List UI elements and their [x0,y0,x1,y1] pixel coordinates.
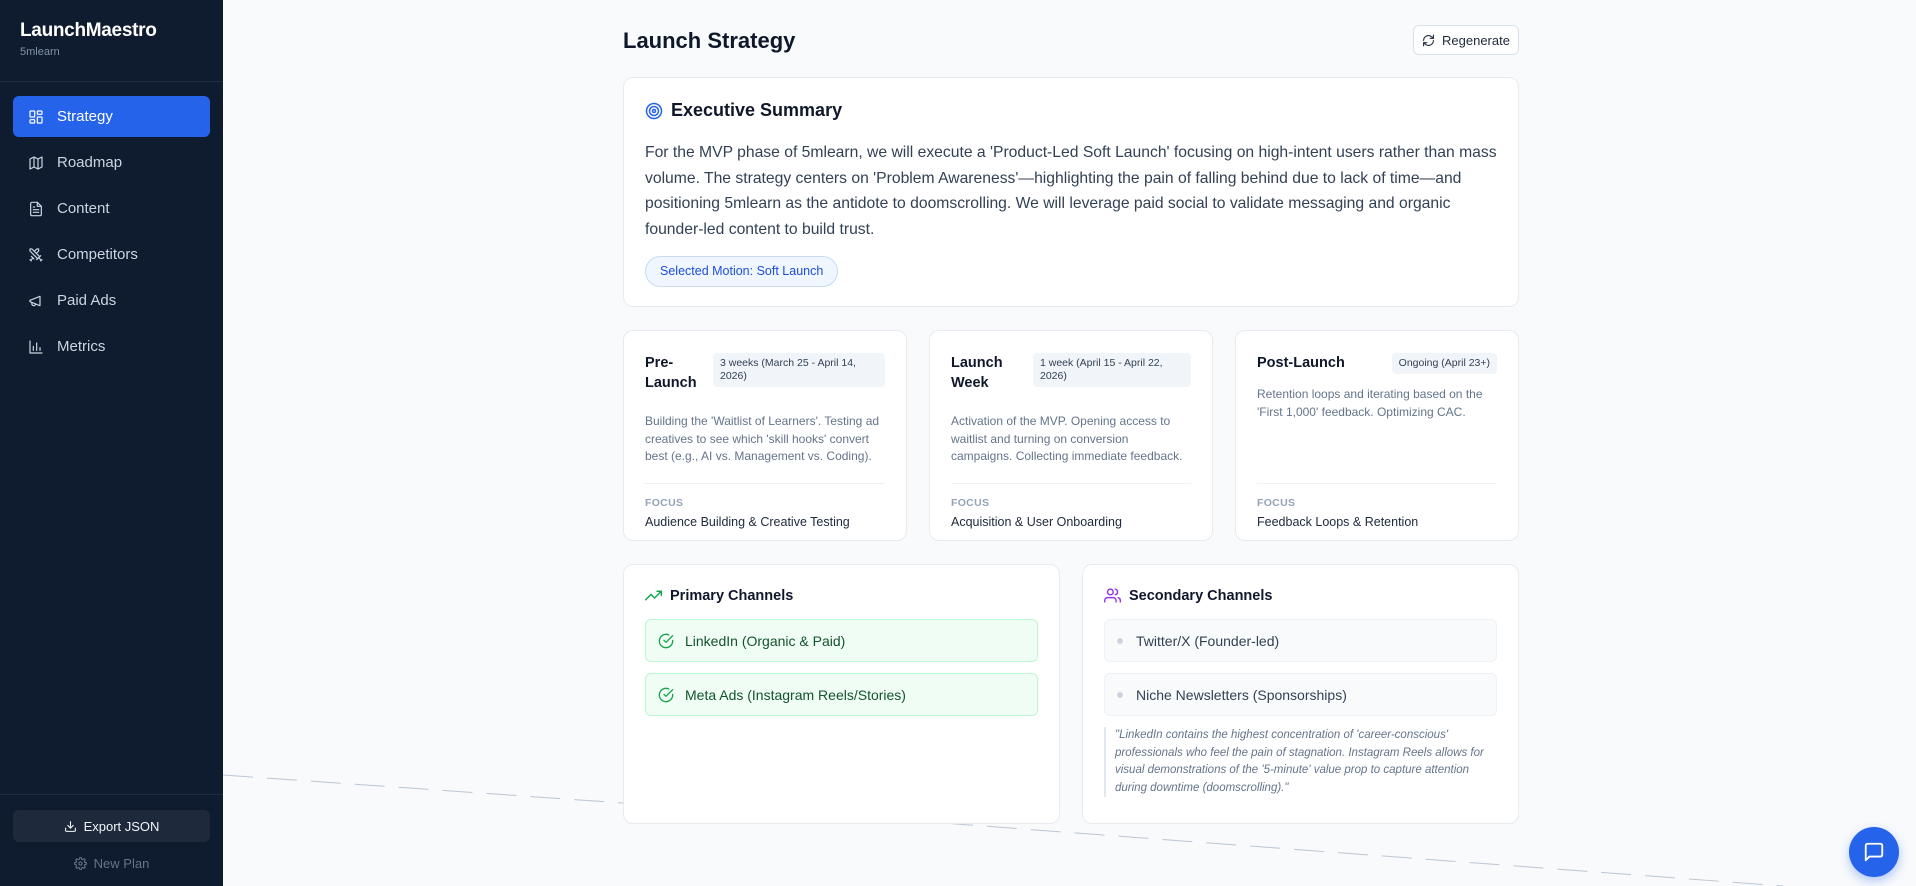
regenerate-button[interactable]: Regenerate [1413,25,1519,55]
map-icon [29,155,43,170]
export-json-button[interactable]: Export JSON [13,810,210,842]
channel-label: Meta Ads (Instagram Reels/Stories) [685,686,906,703]
brand: LaunchMaestro 5mlearn [0,0,223,82]
target-icon [645,102,663,119]
sidebar-item-content[interactable]: Content [13,188,210,229]
focus-value: Acquisition & User Onboarding [951,515,1122,529]
sidebar-item-label: Roadmap [57,154,123,171]
sidebar-nav: Strategy Roadmap Content Competitors Pai… [0,82,223,386]
bullet-dot [1117,637,1123,644]
phase-description: Building the 'Waitlist of Learners'. Tes… [645,414,880,463]
phase-duration-badge: Ongoing (April 23+) [1391,353,1497,374]
export-json-label: Export JSON [83,818,160,834]
bar-chart-icon [29,339,43,354]
secondary-channel-item: Niche Newsletters (Sponsorships) [1104,673,1497,716]
phase-description: Activation of the MVP. Opening access to… [951,414,1183,463]
sidebar-item-competitors[interactable]: Competitors [13,234,210,275]
selected-motion-badge: Selected Motion: Soft Launch [645,256,839,287]
phase-name: Post-Launch [1257,355,1345,371]
primary-channel-item: Meta Ads (Instagram Reels/Stories) [645,673,1038,716]
download-icon [64,820,76,832]
sidebar-item-strategy[interactable]: Strategy [13,96,210,137]
sidebar-item-roadmap[interactable]: Roadmap [13,142,210,183]
primary-channels-title: Primary Channels [670,587,794,604]
bullet-dot [1117,691,1123,698]
executive-summary-text: For the MVP phase of 5mlearn, we will ex… [645,144,1497,238]
sidebar-item-label: Paid Ads [57,292,117,309]
app-name: LaunchMaestro [20,20,157,41]
phase-card-post-launch: Post-Launch Ongoing (April 23+) Retentio… [1235,330,1519,541]
channel-label: LinkedIn (Organic & Paid) [685,632,846,649]
gear-icon [73,857,87,870]
sidebar-item-metrics[interactable]: Metrics [13,326,210,367]
project-name: 5mlearn [20,46,60,58]
sidebar-item-label: Competitors [57,246,138,263]
focus-label: FOCUS [1257,497,1296,509]
primary-channel-item: LinkedIn (Organic & Paid) [645,619,1038,662]
users-icon [1104,588,1121,603]
executive-summary-card: Executive Summary For the MVP phase of 5… [623,77,1519,307]
executive-summary-header: Executive Summary [645,100,1497,121]
file-text-icon [30,201,42,216]
trending-up-icon [645,590,662,601]
sidebar-item-label: Strategy [57,108,113,125]
executive-summary-title: Executive Summary [671,100,843,120]
main-content: Launch Strategy Regenerate Executive Sum… [223,0,1916,886]
focus-value: Feedback Loops & Retention [1257,515,1419,529]
sidebar-item-paid-ads[interactable]: Paid Ads [13,280,210,321]
focus-value: Audience Building & Creative Testing [645,515,850,529]
regenerate-label: Regenerate [1442,32,1510,48]
phase-name: Launch Week [951,355,1003,391]
check-circle-icon [658,633,674,648]
phase-focus: FOCUS Feedback Loops & Retention [1257,483,1497,529]
swords-icon [29,247,43,262]
page-title: Launch Strategy [623,28,796,53]
sidebar: LaunchMaestro 5mlearn Strategy Roadmap C… [0,0,223,886]
sidebar-item-label: Metrics [57,338,106,355]
secondary-channels-title: Secondary Channels [1129,587,1273,604]
megaphone-icon [29,295,41,306]
grid-icon [29,109,43,124]
sidebar-item-label: Content [57,200,110,217]
phase-description: Retention loops and iterating based on t… [1257,387,1483,419]
secondary-channel-item: Twitter/X (Founder-led) [1104,619,1497,662]
focus-label: FOCUS [951,497,990,509]
new-plan-label: New Plan [93,856,150,871]
channel-label: Niche Newsletters (Sponsorships) [1136,686,1347,703]
phase-focus: FOCUS Audience Building & Creative Testi… [645,483,885,529]
phase-duration-badge: 1 week (April 15 - April 22, 2026) [1033,353,1191,387]
check-circle-icon [658,687,674,702]
phase-name: Pre-Launch [645,355,697,391]
channel-rationale-quote: "LinkedIn contains the highest concentra… [1104,727,1497,797]
secondary-channels-card: Secondary Channels Twitter/X (Founder-le… [1082,564,1519,824]
phase-card-pre-launch: Pre-Launch 3 weeks (March 25 - April 14,… [623,330,907,541]
primary-channels-card: Primary Channels LinkedIn (Organic & Pai… [623,564,1060,824]
sidebar-footer: Export JSON New Plan [0,794,223,886]
refresh-icon [1423,34,1434,46]
chat-icon [1864,842,1884,862]
new-plan-button[interactable]: New Plan [13,856,210,871]
chat-button[interactable] [1849,827,1899,877]
phase-duration-badge: 3 weeks (March 25 - April 14, 2026) [713,353,885,387]
focus-label: FOCUS [645,497,684,509]
channel-label: Twitter/X (Founder-led) [1136,632,1280,649]
phase-focus: FOCUS Acquisition & User Onboarding [951,483,1191,529]
phase-card-launch-week: Launch Week 1 week (April 15 - April 22,… [929,330,1213,541]
